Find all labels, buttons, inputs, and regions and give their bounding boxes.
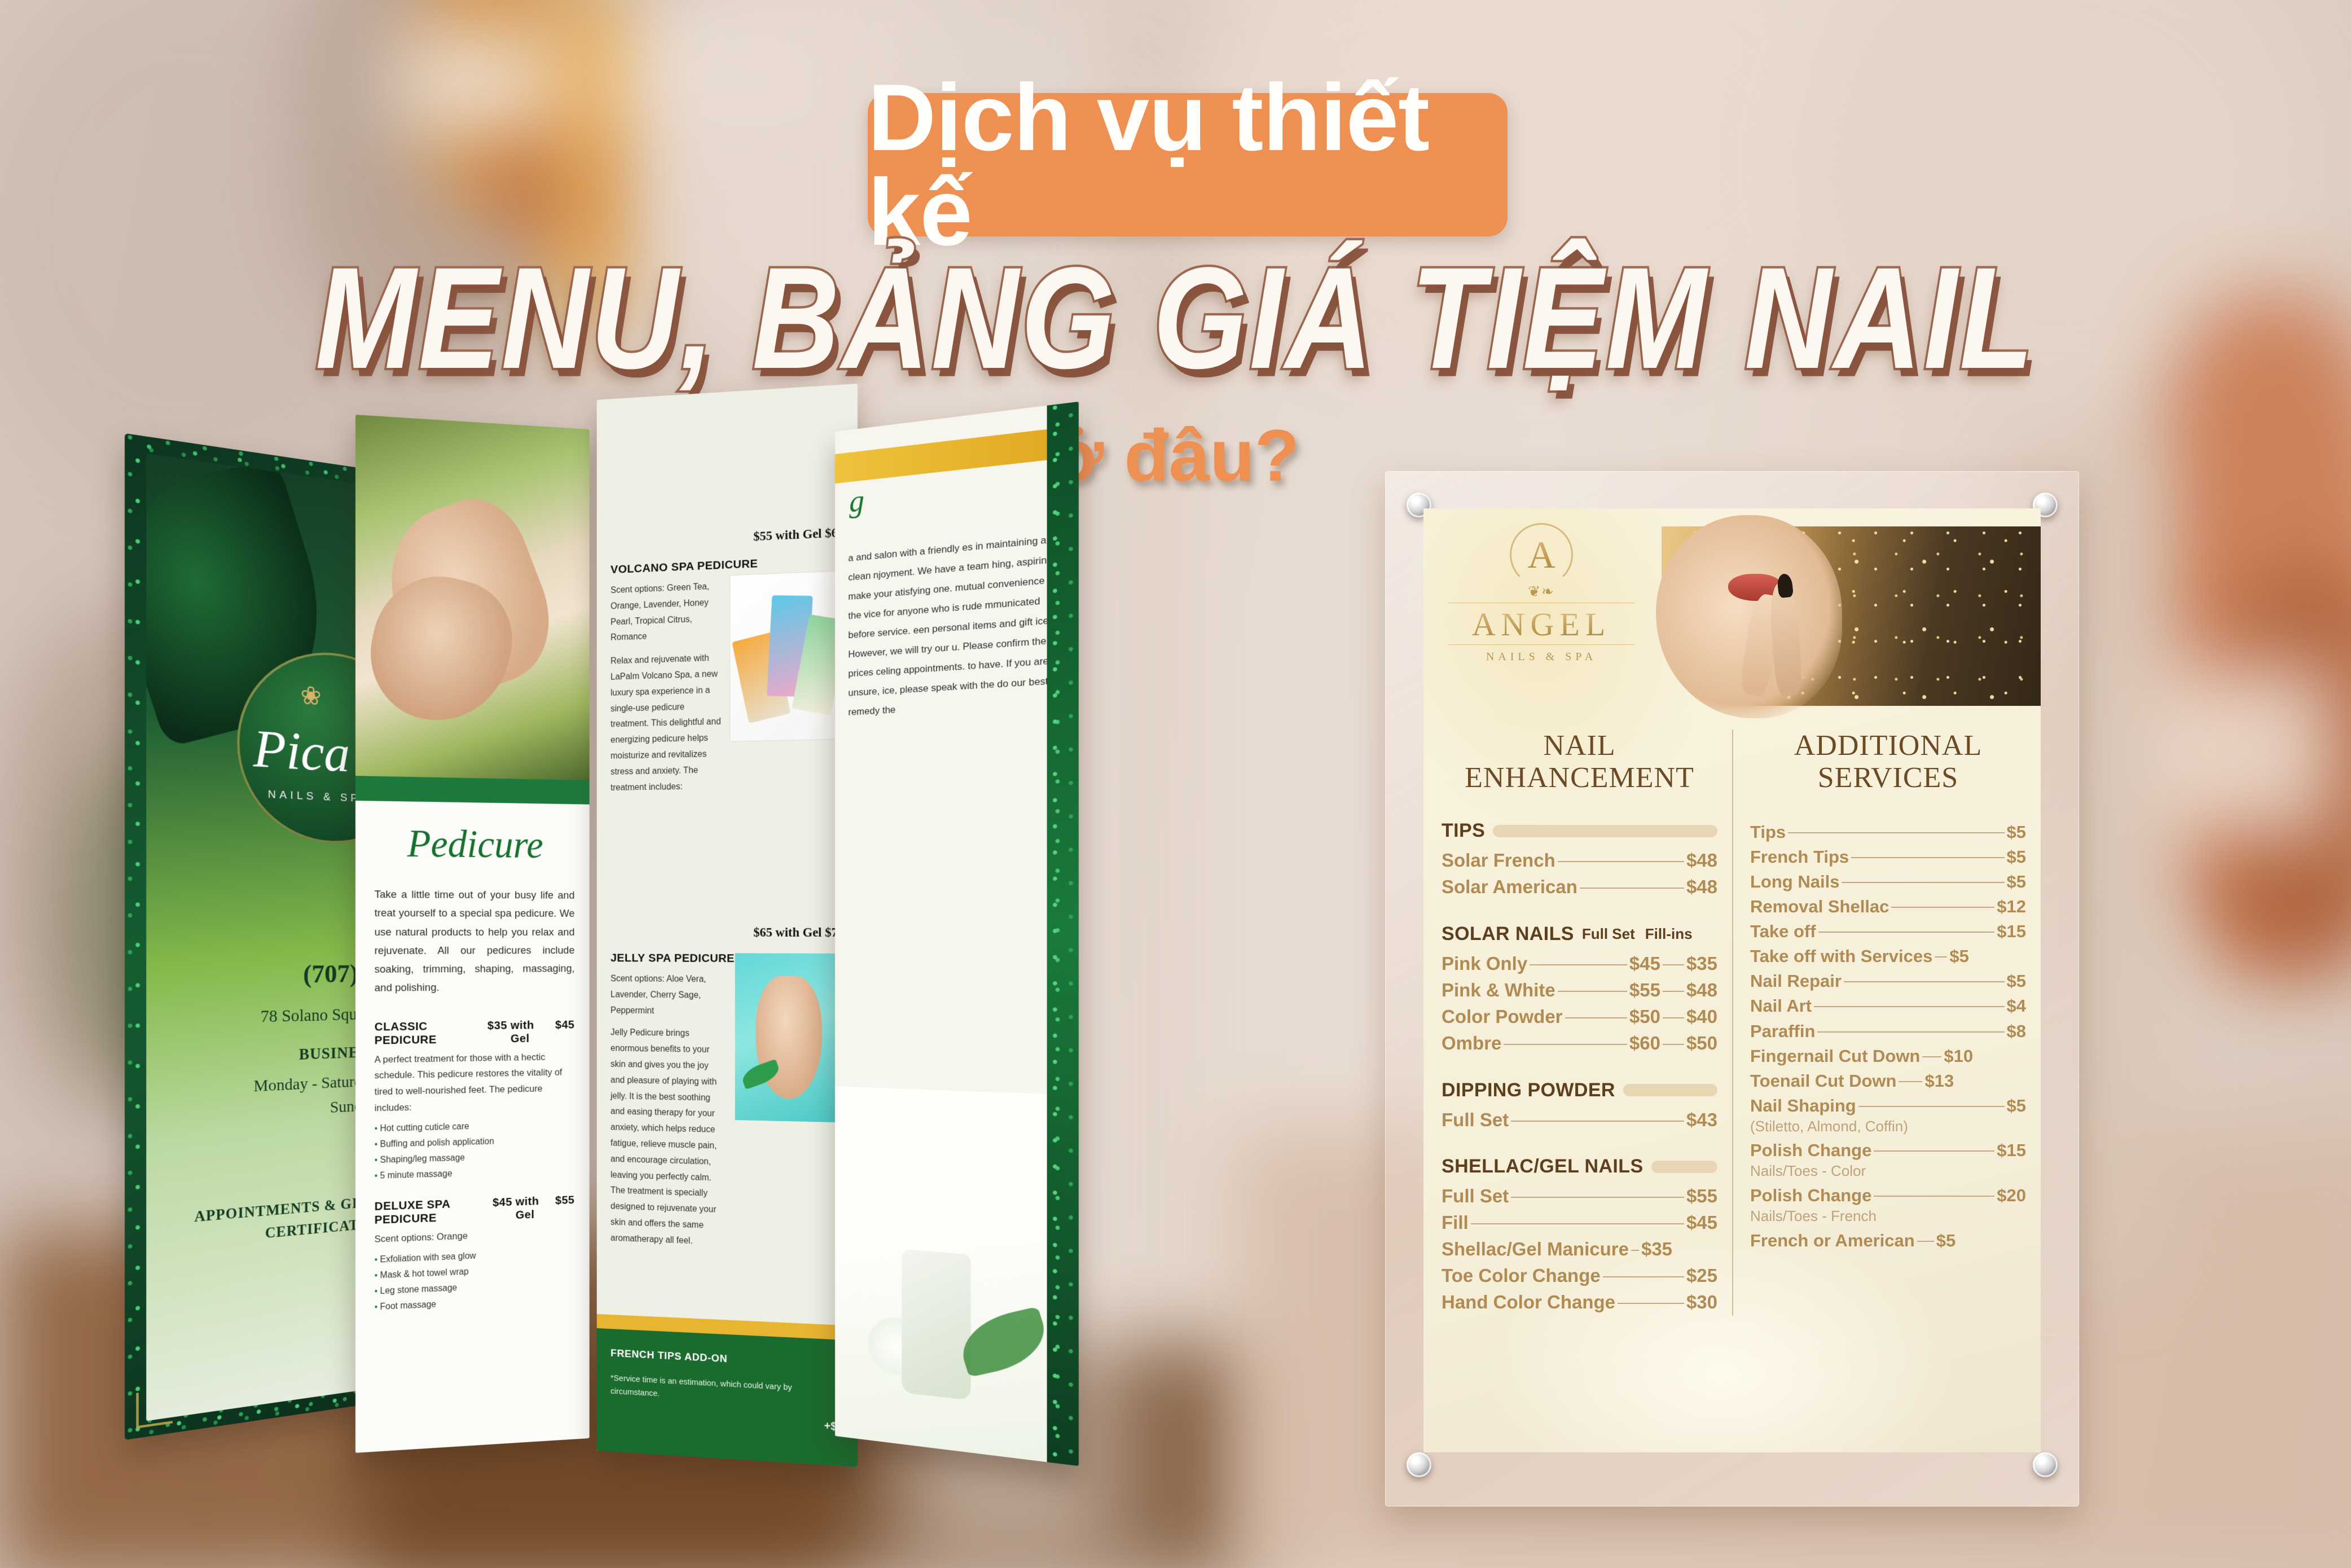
business-hours-label: BUSINESS xyxy=(298,1043,377,1064)
category-bar xyxy=(1651,1160,1717,1173)
monogram-ring-icon: A xyxy=(1510,523,1573,586)
acrylic-menu-frame: A ❦❧ ANGEL NAILS & SPA NAIL ENHANCEMENT … xyxy=(1385,471,2079,1506)
service-desc: A perfect treatment for those with a hec… xyxy=(374,1051,563,1114)
menu-row: Take off $15 xyxy=(1750,921,2026,942)
column-title-additional-services: ADDITIONAL SERVICES xyxy=(1794,730,1983,794)
menu-row: Polish Change $20 xyxy=(1750,1185,2026,1206)
volcano-desc: Relax and rejuvenate with LaPalm Volcano… xyxy=(610,653,721,793)
menu-row-note: (Stiletto, Almond, Coffin) xyxy=(1750,1117,1908,1135)
salon-logo: A ❦❧ ANGEL NAILS & SPA xyxy=(1448,523,1634,664)
column-nail-enhancement: NAIL ENHANCEMENT TIPS Solar French $48 S… xyxy=(1442,730,1732,1316)
pedicure-title: Pedicure xyxy=(407,822,543,867)
menu-row: Ombre $60 $50 xyxy=(1442,1032,1717,1053)
product-kit-image xyxy=(730,570,849,742)
category-dipping-powder: DIPPING POWDER xyxy=(1442,1079,1717,1101)
menu-row: Polish Change $15 xyxy=(1750,1140,2026,1161)
category-bar xyxy=(1493,824,1717,837)
service-price: $35 xyxy=(487,1018,508,1032)
brochure-pedicure-page: Pedicure Take a little time out of your … xyxy=(355,415,590,1453)
menu-row-note: Nails/Toes - French xyxy=(1750,1207,1877,1225)
logo-brand: ANGEL xyxy=(1448,603,1634,645)
menu-row: Shellac/Gel Manicure $35 xyxy=(1442,1238,1673,1260)
menu-row: Solar French $48 xyxy=(1442,850,1717,871)
menu-row: Tips $5 xyxy=(1750,822,2026,842)
menu-row: Full Set $43 xyxy=(1442,1109,1717,1130)
service-deluxe-spa-pedicure: DELUXE SPA PEDICURE $45 with Gel $55 Sce… xyxy=(375,1194,575,1316)
category-bar xyxy=(1623,1084,1717,1097)
brochure-footer-band: FRENCH TIPS ADD-ON *Service time is an e… xyxy=(596,1314,858,1467)
category-shellac-gel-nails: SHELLAC/GEL NAILS xyxy=(1442,1156,1717,1178)
menu-row: Full Set $55 xyxy=(1442,1185,1717,1207)
menu-row: Pink Only $45 $35 xyxy=(1442,953,1717,974)
menu-row: Color Powder $50 $40 xyxy=(1442,1005,1717,1027)
service-badge-label: Dịch vụ thiết kế xyxy=(868,64,1430,265)
logo-monogram: A xyxy=(1527,533,1555,576)
menu-row: Pink & White $55 $48 xyxy=(1442,979,1717,1000)
french-tips-addon-title: FRENCH TIPS ADD-ON xyxy=(610,1347,728,1365)
service-gel-label: with Gel xyxy=(515,1194,539,1222)
footer-disclaimer: *Service time is an estimation, which co… xyxy=(610,1373,792,1399)
menu-row: French or American $5 xyxy=(1750,1230,1956,1250)
brochure-photo: ❀ Pica NAILS & SPA (707) 7 78 Solano Squ… xyxy=(118,384,1079,1512)
jelly-scents: Scent options: Aloe Vera, Lavender, Cher… xyxy=(610,974,706,1016)
menu-row: Solar American $48 xyxy=(1442,876,1717,898)
menu-row: Toenail Cut Down $13 xyxy=(1750,1070,1954,1091)
menu-row: Nail Repair $5 xyxy=(1750,971,2026,991)
jelly-price: $65 xyxy=(753,925,772,939)
service-name: CLASSIC PEDICURE xyxy=(374,1020,437,1047)
column-title-nail-enhancement: NAIL ENHANCEMENT xyxy=(1465,730,1694,794)
menu-row: Nail Shaping $5 xyxy=(1750,1095,2026,1115)
menu-row: Toe Color Change $25 xyxy=(1442,1264,1717,1286)
menu-row: French Tips $5 xyxy=(1750,847,2026,867)
service-desc: Scent options: Orange xyxy=(374,1230,468,1245)
volcano-scents: Scent options: Green Tea, Orange, Lavend… xyxy=(610,582,710,643)
service-classic-pedicure: CLASSIC PEDICURE $35 with Gel $45 A perf… xyxy=(375,1018,575,1184)
appointments-note: APPOINTMENTS & GIFT CERTIFICATES xyxy=(194,1194,377,1241)
standoff-bolt-icon xyxy=(1407,1452,1431,1477)
menu-row-note: Nails/Toes - Color xyxy=(1750,1162,1866,1180)
brand-script: Pica xyxy=(253,718,350,783)
service-gel-price: $55 xyxy=(555,1193,575,1207)
jelly-gel-label: with Gel xyxy=(775,925,822,939)
standoff-bolt-icon xyxy=(2033,1452,2058,1477)
menu-row: Take off with Services $5 xyxy=(1750,946,1969,967)
service-gel-label: with Gel xyxy=(510,1018,534,1045)
address: 78 Solano Square xyxy=(260,1004,377,1026)
pedicure-intro: Take a little time out of your busy life… xyxy=(374,889,575,995)
category-solar-nails: SOLAR NAILS Full Set Fill-ins xyxy=(1442,923,1693,945)
menu-row: Nail Art $4 xyxy=(1750,996,2026,1016)
lotus-icon: ❀ xyxy=(300,680,322,711)
price-menu-poster: A ❦❧ ANGEL NAILS & SPA NAIL ENHANCEMENT … xyxy=(1423,508,2041,1452)
column-additional-services: ADDITIONAL SERVICES Tips $5 French Tips … xyxy=(1732,730,2026,1316)
brochure-about-page: g a and salon with a friendly es in main… xyxy=(835,401,1079,1466)
volcano-price: $55 xyxy=(753,528,772,544)
volcano-gel-label: with Gel xyxy=(775,526,822,543)
service-price: $45 xyxy=(492,1196,512,1209)
column-header-fill-ins: Fill-ins xyxy=(1645,925,1693,943)
column-header-full-set: Full Set xyxy=(1581,925,1635,943)
menu-row: Removal Shellac $12 xyxy=(1750,897,2026,917)
service-gel-price: $45 xyxy=(555,1018,575,1031)
service-item-list: Exfoliation with sea glow Mask & hot tow… xyxy=(375,1245,575,1315)
service-name: DELUXE SPA PEDICURE xyxy=(374,1197,450,1227)
menu-row: Fill $45 xyxy=(1442,1212,1717,1233)
jelly-desc: Jelly Pedicure brings enormous benefits … xyxy=(610,1028,717,1246)
menu-row: Long Nails $5 xyxy=(1750,872,2026,892)
hero-beauty-image xyxy=(1656,515,2041,718)
page-title: MENU, BẢNG GIÁ TIỆM NAIL xyxy=(313,237,2036,399)
brochure-volcano-jelly-page: $55 with Gel $65 VOLCANO SPA PEDICURE Sc… xyxy=(596,384,858,1467)
menu-row: Fingernail Cut Down $10 xyxy=(1750,1046,1974,1066)
jelly-pedicure-image xyxy=(735,953,846,1123)
phone-number: (707) 7 xyxy=(303,959,377,989)
service-badge: Dịch vụ thiết kế xyxy=(868,70,1508,260)
about-text: a and salon with a friendly es in mainta… xyxy=(848,534,1064,718)
menu-row: Paraffin $8 xyxy=(1750,1021,2026,1041)
logo-tagline: NAILS & SPA xyxy=(1486,651,1597,663)
menu-row: Hand Color Change $30 xyxy=(1442,1291,1717,1312)
category-tips: TIPS xyxy=(1442,820,1717,842)
ornament-icon: ❦❧ xyxy=(1528,583,1555,600)
service-item-list: Hot cutting cuticle care Buffing and pol… xyxy=(375,1117,575,1184)
